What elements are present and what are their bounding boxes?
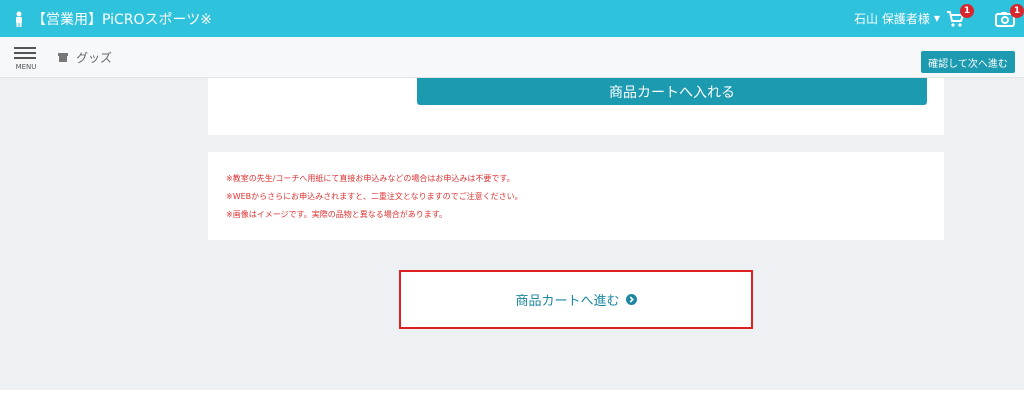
user-menu[interactable]: 石山 保護者様 ▼ — [854, 0, 940, 37]
note-line: ※WEBからさらにお申込みされますと、二重注文となりますのでご注意ください。 — [226, 192, 523, 201]
cart-badge: 1 — [960, 4, 974, 18]
menu-label: MENU — [15, 63, 37, 71]
proceed-to-cart-button[interactable]: 商品カートへ進む — [399, 270, 753, 329]
user-name: 石山 保護者様 — [854, 12, 930, 26]
sub-bar: MENU グッズ — [0, 37, 1024, 78]
breadcrumb: グッズ — [58, 49, 112, 66]
top-bar: 【営業用】PiCROスポーツ※ 石山 保護者様 ▼ 1 1 — [0, 0, 1024, 37]
box-icon — [58, 53, 68, 62]
arrow-right-circle-icon — [625, 294, 637, 305]
add-to-cart-button[interactable]: 商品カートへ入れる — [417, 78, 927, 105]
caret-down-icon: ▼ — [933, 14, 940, 23]
camera-badge: 1 — [1010, 4, 1024, 18]
proceed-label: 商品カートへ進む — [515, 294, 620, 309]
confirm-next-button[interactable]: 確認して次へ進む — [921, 51, 1015, 73]
menu-button[interactable]: MENU — [12, 44, 40, 72]
hamburger-icon — [14, 47, 36, 49]
person-icon — [16, 11, 22, 27]
breadcrumb-label: グッズ — [76, 51, 113, 65]
note-line: ※画像はイメージです。実際の品物と異なる場合があります。 — [226, 210, 447, 219]
app-title: 【営業用】PiCROスポーツ※ — [32, 11, 212, 28]
brand[interactable]: 【営業用】PiCROスポーツ※ — [14, 0, 212, 37]
note-line: ※教室の先生/コーチへ用紙にて直接お申込みなどの場合はお申込みは不要です。 — [226, 174, 515, 183]
page-bottom — [0, 390, 1024, 402]
